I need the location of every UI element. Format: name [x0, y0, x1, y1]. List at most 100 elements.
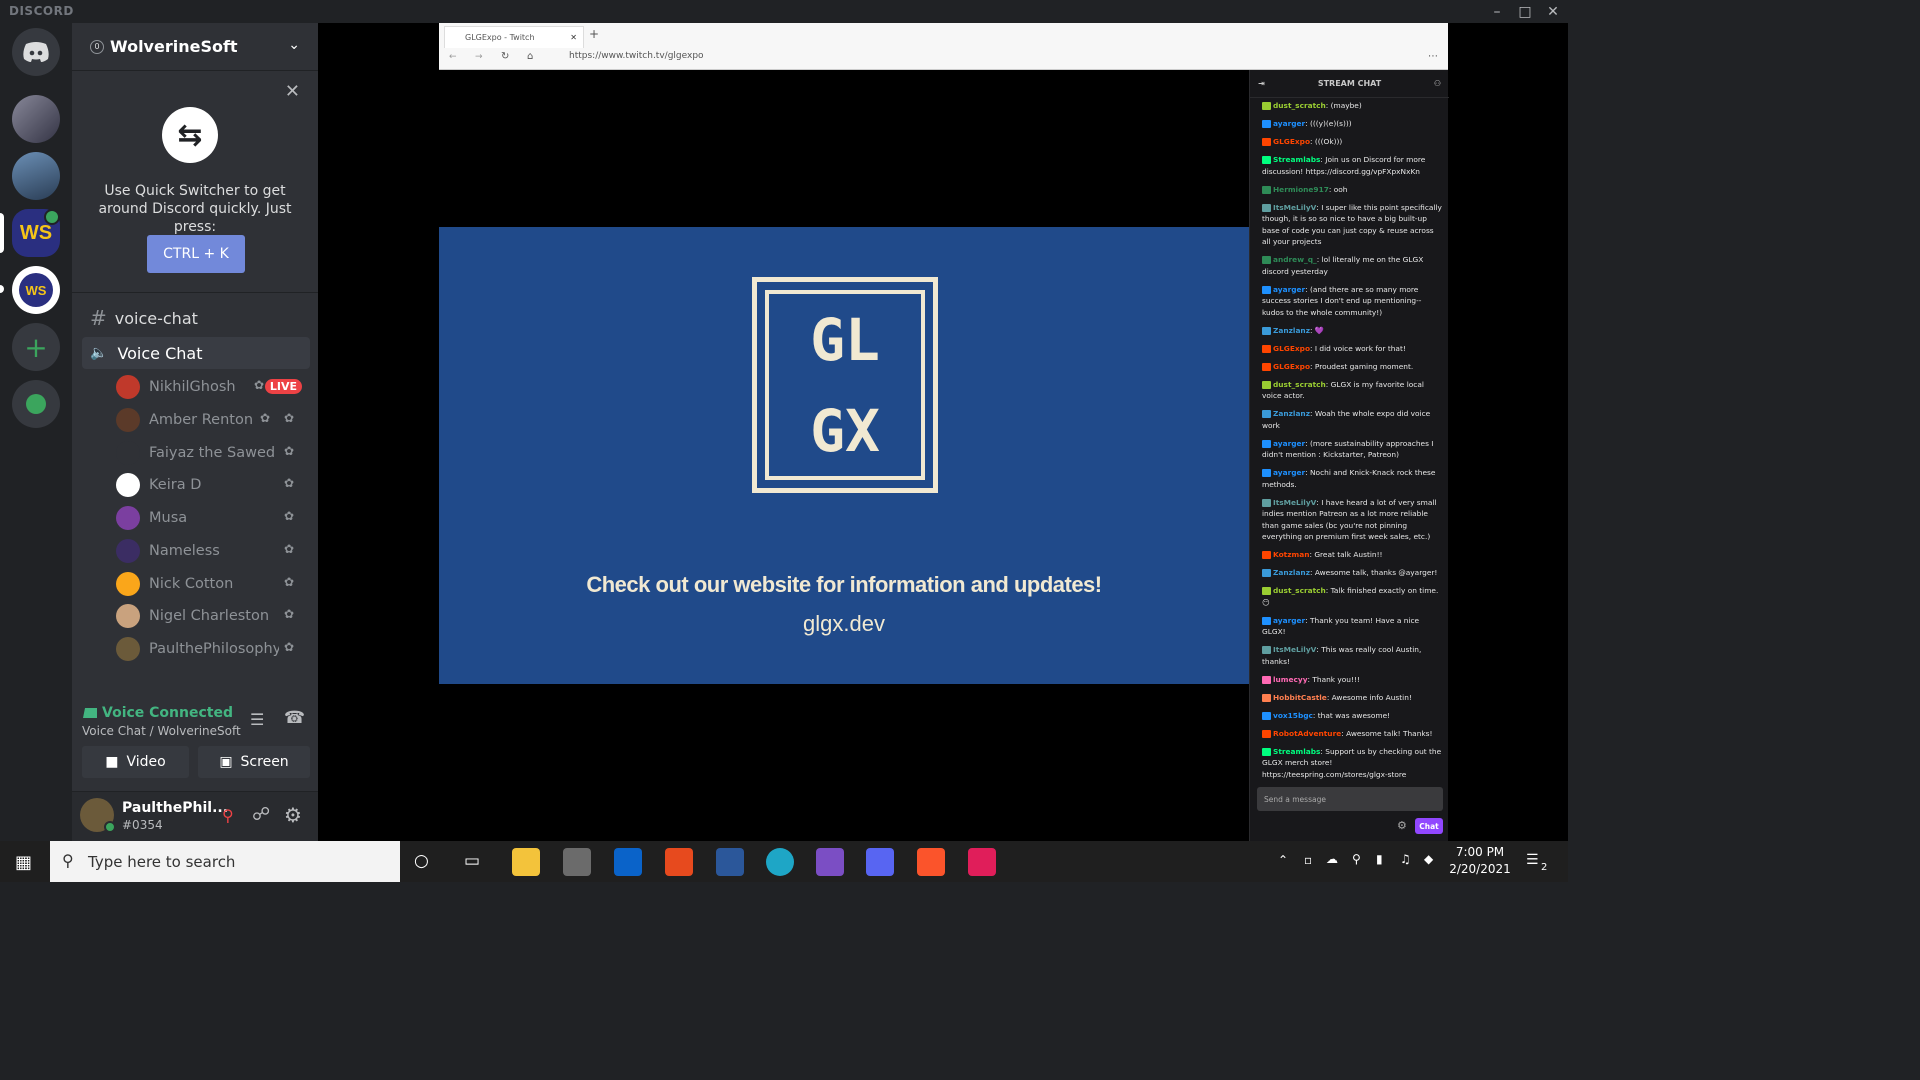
minimize-icon[interactable]: –: [1482, 0, 1512, 23]
chat-username[interactable]: dust_scratch: [1273, 586, 1326, 595]
volume-icon[interactable]: ♫: [1400, 852, 1411, 866]
chat-username[interactable]: Streamlabs: [1273, 747, 1320, 756]
chat-username[interactable]: Streamlabs: [1273, 155, 1320, 164]
office-icon[interactable]: [665, 848, 693, 876]
cortana-icon[interactable]: ○: [414, 851, 429, 871]
mail-icon[interactable]: [614, 848, 642, 876]
chat-username[interactable]: Zanzlanz: [1273, 568, 1310, 577]
chat-username[interactable]: vox15bgc: [1273, 711, 1313, 720]
voice-user[interactable]: Nick Cotton ✿: [116, 569, 310, 599]
explore-servers-icon[interactable]: [12, 380, 60, 428]
headphones-icon[interactable]: ☍: [252, 804, 270, 825]
chat-settings-icon[interactable]: ⚙: [1397, 819, 1407, 832]
voice-user[interactable]: NikhilGhosh ✿ LIVE: [116, 372, 310, 402]
chat-username[interactable]: RobotAdventure: [1273, 729, 1341, 738]
chat-username[interactable]: ItsMeLilyV: [1273, 203, 1316, 212]
speaker-icon: 🔈: [90, 345, 108, 361]
chat-username[interactable]: ayarger: [1273, 439, 1305, 448]
chat-username[interactable]: Kotzman: [1273, 550, 1309, 559]
voice-user[interactable]: Amber Renton ✿ ✿: [116, 405, 310, 435]
chat-text: Awesome info Austin!: [1331, 692, 1412, 702]
voice-status[interactable]: Voice Connected: [102, 705, 233, 721]
chat-username[interactable]: ItsMeLilyV: [1273, 498, 1316, 507]
video-button[interactable]: ■ Video: [82, 746, 189, 778]
close-icon[interactable]: ✕: [285, 81, 300, 102]
chat-username[interactable]: dust_scratch: [1273, 380, 1326, 389]
brave-icon[interactable]: [917, 848, 945, 876]
clock[interactable]: 7:00 PM 2/20/2021: [1440, 844, 1520, 878]
shortcut-button[interactable]: CTRL + K: [147, 235, 245, 273]
browser-tab[interactable]: GLGExpo - Twitch ✕: [444, 26, 584, 48]
voice-user[interactable]: Musa ✿: [116, 503, 310, 533]
store-icon[interactable]: [563, 848, 591, 876]
chat-username[interactable]: GLGExpo: [1273, 344, 1310, 353]
microphone-icon[interactable]: ⚲: [1352, 852, 1361, 866]
onedrive-icon[interactable]: ☁: [1326, 852, 1338, 866]
chat-username[interactable]: ayarger: [1273, 616, 1305, 625]
word-icon[interactable]: [716, 848, 744, 876]
maximize-icon[interactable]: □: [1510, 0, 1540, 23]
reload-icon[interactable]: ↻: [501, 51, 509, 62]
chat-send-button[interactable]: Chat: [1415, 818, 1443, 834]
file-explorer-icon[interactable]: [512, 848, 540, 876]
screen-share-icon: ▣: [219, 754, 233, 770]
home-button[interactable]: [12, 28, 60, 76]
voice-user[interactable]: Keira D ✿: [116, 470, 310, 500]
windows-start-icon[interactable]: ▦: [15, 852, 32, 873]
voice-user[interactable]: Nigel Charleston ✿: [116, 601, 310, 631]
home-icon[interactable]: ⌂: [527, 51, 533, 62]
chat-username[interactable]: Zanzlanz: [1273, 409, 1310, 418]
users-icon[interactable]: ⚇: [1434, 79, 1441, 88]
discord-taskbar-icon[interactable]: [866, 848, 894, 876]
chat-message: GLGExpo: Proudest gaming moment.: [1262, 361, 1444, 373]
tray-icon[interactable]: ▫: [1304, 853, 1312, 867]
chat-username[interactable]: HobbitCastle: [1273, 693, 1327, 702]
mic-muted-icon[interactable]: ⚲: [222, 806, 234, 825]
stream-video[interactable]: GL GX Check out our website for informat…: [439, 227, 1249, 684]
channel-voice-chat[interactable]: 🔈 Voice Chat: [82, 337, 310, 369]
chat-username[interactable]: ItsMeLilyV: [1273, 645, 1316, 654]
voice-user[interactable]: PaulthePhilosophy... ✿: [116, 634, 310, 664]
dropbox-icon[interactable]: ◆: [1424, 852, 1433, 866]
channel-voice-chat-text[interactable]: # voice-chat: [82, 302, 310, 334]
chat-username[interactable]: ayarger: [1273, 285, 1305, 294]
more-options-icon[interactable]: ⋯: [1428, 51, 1438, 62]
slack-icon[interactable]: [968, 848, 996, 876]
new-tab-icon[interactable]: +: [589, 27, 599, 41]
chat-username[interactable]: GLGExpo: [1273, 362, 1310, 371]
action-center-icon[interactable]: ☰: [1526, 852, 1539, 868]
disconnect-icon[interactable]: ☎: [284, 708, 305, 728]
server-icon-2[interactable]: [12, 152, 60, 200]
noise-suppression-icon[interactable]: ☰: [250, 710, 264, 729]
battery-icon[interactable]: ▮: [1376, 852, 1383, 866]
chat-username[interactable]: dust_scratch: [1273, 101, 1326, 110]
voice-user[interactable]: Faiyaz the Sawed of... ✿: [116, 438, 310, 468]
settings-gear-icon[interactable]: ⚙: [284, 803, 302, 827]
tab-close-icon[interactable]: ✕: [570, 33, 577, 42]
voice-user[interactable]: Nameless ✿: [116, 536, 310, 566]
edge-icon[interactable]: [766, 848, 794, 876]
chat-username[interactable]: ayarger: [1273, 119, 1305, 128]
add-server-icon[interactable]: +: [12, 323, 60, 371]
chat-username[interactable]: andrew_q_: [1273, 255, 1317, 264]
chat-username[interactable]: Hermione917: [1273, 185, 1329, 194]
visual-studio-icon[interactable]: [816, 848, 844, 876]
task-view-icon[interactable]: ▭: [464, 851, 480, 871]
forward-icon[interactable]: →: [475, 52, 483, 62]
server-icon-1[interactable]: [12, 95, 60, 143]
chat-input[interactable]: Send a message: [1257, 787, 1443, 811]
collapse-chat-icon[interactable]: ⇥: [1258, 79, 1265, 88]
screen-share-button[interactable]: ▣ Screen: [198, 746, 310, 778]
close-window-icon[interactable]: ✕: [1538, 0, 1568, 23]
chat-username[interactable]: Zanzlanz: [1273, 326, 1310, 335]
chat-username[interactable]: lumecyy: [1273, 675, 1308, 684]
chevron-down-icon[interactable]: ⌄: [288, 37, 300, 53]
chat-username[interactable]: GLGExpo: [1273, 137, 1310, 146]
system-tray-chevron-icon[interactable]: ⌃: [1278, 853, 1288, 867]
server-header[interactable]: 0 WolverineSoft ⌄: [72, 23, 318, 71]
address-bar[interactable]: https://www.twitch.tv/glgexpo: [569, 51, 704, 61]
back-icon[interactable]: ←: [449, 52, 457, 62]
chat-username[interactable]: ayarger: [1273, 468, 1305, 477]
server-icon-glgx[interactable]: WS: [12, 266, 60, 314]
taskbar-search[interactable]: ⚲ Type here to search: [50, 841, 400, 882]
